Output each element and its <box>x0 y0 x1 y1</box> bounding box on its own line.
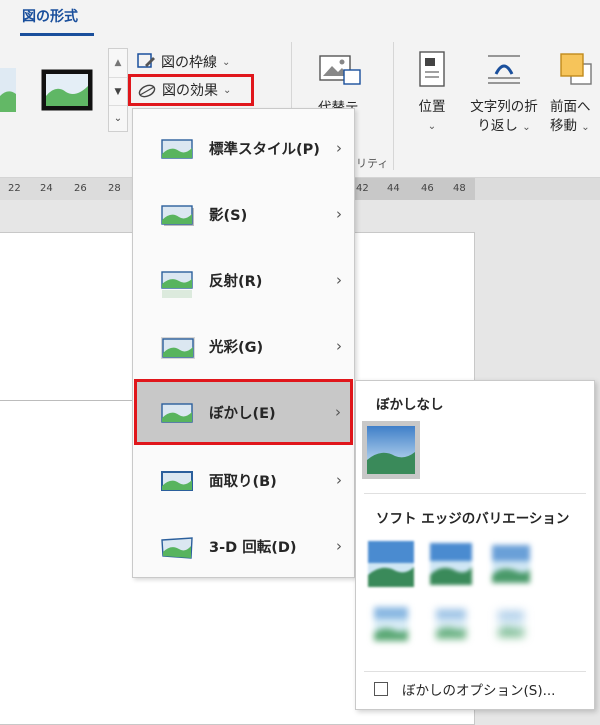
menu-item-preset[interactable]: 標準スタイル(P) › <box>133 115 354 181</box>
submenu-separator <box>364 671 586 672</box>
menu-label-bevel: 面取り(B) <box>209 473 277 490</box>
ruler-number: 28 <box>108 183 121 194</box>
soft-edges-submenu: ぼかしなし ソフト エッジのバリエーション ぼかしのオプション(S)... <box>355 380 595 710</box>
gallery-up-icon[interactable]: ▲ <box>109 49 127 77</box>
wrap-text-icon <box>488 55 520 84</box>
ruler-number: 42 <box>356 183 369 194</box>
soft-edge-variation-2[interactable] <box>426 539 476 589</box>
reflection-icon <box>161 271 193 303</box>
soft-edge-variations-heading: ソフト エッジのバリエーション <box>376 511 570 527</box>
menu-label-glow: 光彩(G) <box>209 339 264 356</box>
menu-label-preset: 標準スタイル(P) <box>209 141 320 158</box>
soft-edge-variation-1[interactable] <box>366 539 416 589</box>
glow-icon <box>161 337 195 363</box>
checkbox-icon <box>374 682 388 696</box>
picture-effects-label: 図の効果 <box>162 83 218 99</box>
no-blur-heading: ぼかしなし <box>376 397 444 413</box>
chevron-down-icon: ⌄ <box>581 122 590 133</box>
chevron-right-icon: › <box>335 403 341 421</box>
ruler-number: 26 <box>74 183 87 194</box>
effects-icon <box>138 84 156 98</box>
style-thumb-black-frame[interactable] <box>40 68 94 112</box>
gallery-down-icon[interactable]: ▼ <box>109 77 127 105</box>
chevron-right-icon: › <box>336 471 342 489</box>
ruler-number: 48 <box>453 183 466 194</box>
menu-label-shadow: 影(S) <box>209 207 248 224</box>
ruler-number: 24 <box>40 183 53 194</box>
page-margin-line <box>0 400 135 401</box>
chevron-right-icon: › <box>336 537 342 555</box>
chevron-right-icon: › <box>336 337 342 355</box>
position-label: 位置 <box>418 99 446 115</box>
ruler-number: 46 <box>421 183 434 194</box>
position-icon <box>419 51 445 87</box>
soft-edge-options-label: ぼかしのオプション(S)... <box>402 683 556 699</box>
soft-edge-variation-3[interactable] <box>486 539 536 589</box>
menu-item-soft-edges[interactable]: ぼかし(E) › <box>134 379 353 445</box>
menu-item-glow[interactable]: 光彩(G) › <box>133 313 354 379</box>
wrap-text-label-2: り返し <box>477 118 518 134</box>
chevron-right-icon: › <box>336 271 342 289</box>
chevron-down-icon: ⌄ <box>522 122 531 133</box>
chevron-right-icon: › <box>336 205 342 223</box>
bring-forward-icon <box>560 53 592 85</box>
picture-border-button[interactable]: 図の枠線 ⌄ <box>136 50 230 74</box>
soft-edge-options-item[interactable]: ぼかしのオプション(S)... <box>374 679 555 699</box>
pen-icon <box>137 53 155 68</box>
gallery-more-icon[interactable]: ⌄ <box>109 105 127 131</box>
menu-item-bevel[interactable]: 面取り(B) › <box>133 447 354 513</box>
picture-border-label: 図の枠線 <box>161 55 217 71</box>
wrap-text-label-1: 文字列の折 <box>470 99 538 115</box>
tab-underline <box>20 33 94 36</box>
soft-edge-variation-6[interactable] <box>486 599 536 649</box>
3d-rotation-icon <box>161 537 193 563</box>
bevel-icon <box>161 471 193 495</box>
style-thumb-partial[interactable] <box>0 68 16 112</box>
picture-effects-menu: 標準スタイル(P) › 影(S) › 反射(R) › 光彩(G) › ぼかし(E… <box>132 108 355 578</box>
menu-label-soft-edges: ぼかし(E) <box>209 405 276 422</box>
soft-edges-icon <box>161 403 193 427</box>
chevron-down-icon: ⌄ <box>222 56 231 68</box>
no-blur-option[interactable] <box>362 421 420 479</box>
submenu-separator <box>364 493 586 494</box>
soft-edge-variation-4[interactable] <box>366 599 416 649</box>
shadow-icon <box>161 205 195 231</box>
bring-forward-label-2: 移動 <box>550 118 577 134</box>
menu-item-reflection[interactable]: 反射(R) › <box>133 247 354 313</box>
tab-picture-format[interactable]: 図の形式 <box>22 6 78 26</box>
alt-text-button[interactable] <box>318 52 368 92</box>
ribbon-separator <box>393 42 394 170</box>
picture-effects-button[interactable]: 図の効果 ⌄ <box>128 74 254 106</box>
soft-edge-variation-5[interactable] <box>426 599 476 649</box>
accessibility-group-label: リティ <box>356 157 389 170</box>
menu-label-reflection: 反射(R) <box>209 273 263 290</box>
wrap-text-button[interactable]: 文字列の折 り返し ⌄ <box>462 50 546 137</box>
menu-item-3d-rotation[interactable]: 3-D 回転(D) › <box>133 513 354 579</box>
alt-text-icon <box>319 55 361 85</box>
chevron-down-icon: ⌄ <box>427 121 437 132</box>
chevron-down-icon: ⌄ <box>223 84 232 96</box>
bring-forward-button[interactable]: 前面へ 移動 ⌄ <box>550 50 600 137</box>
preset-icon <box>161 139 193 163</box>
chevron-right-icon: › <box>336 139 342 157</box>
menu-item-shadow[interactable]: 影(S) › <box>133 181 354 247</box>
ruler-number: 22 <box>8 183 21 194</box>
bring-forward-label-1: 前面へ <box>550 99 591 115</box>
gallery-scroll[interactable]: ▲ ▼ ⌄ <box>108 48 128 132</box>
position-button[interactable]: 位置 ⌄ <box>410 50 454 136</box>
ruler-number: 44 <box>387 183 400 194</box>
menu-label-3d-rotation: 3-D 回転(D) <box>209 539 297 556</box>
